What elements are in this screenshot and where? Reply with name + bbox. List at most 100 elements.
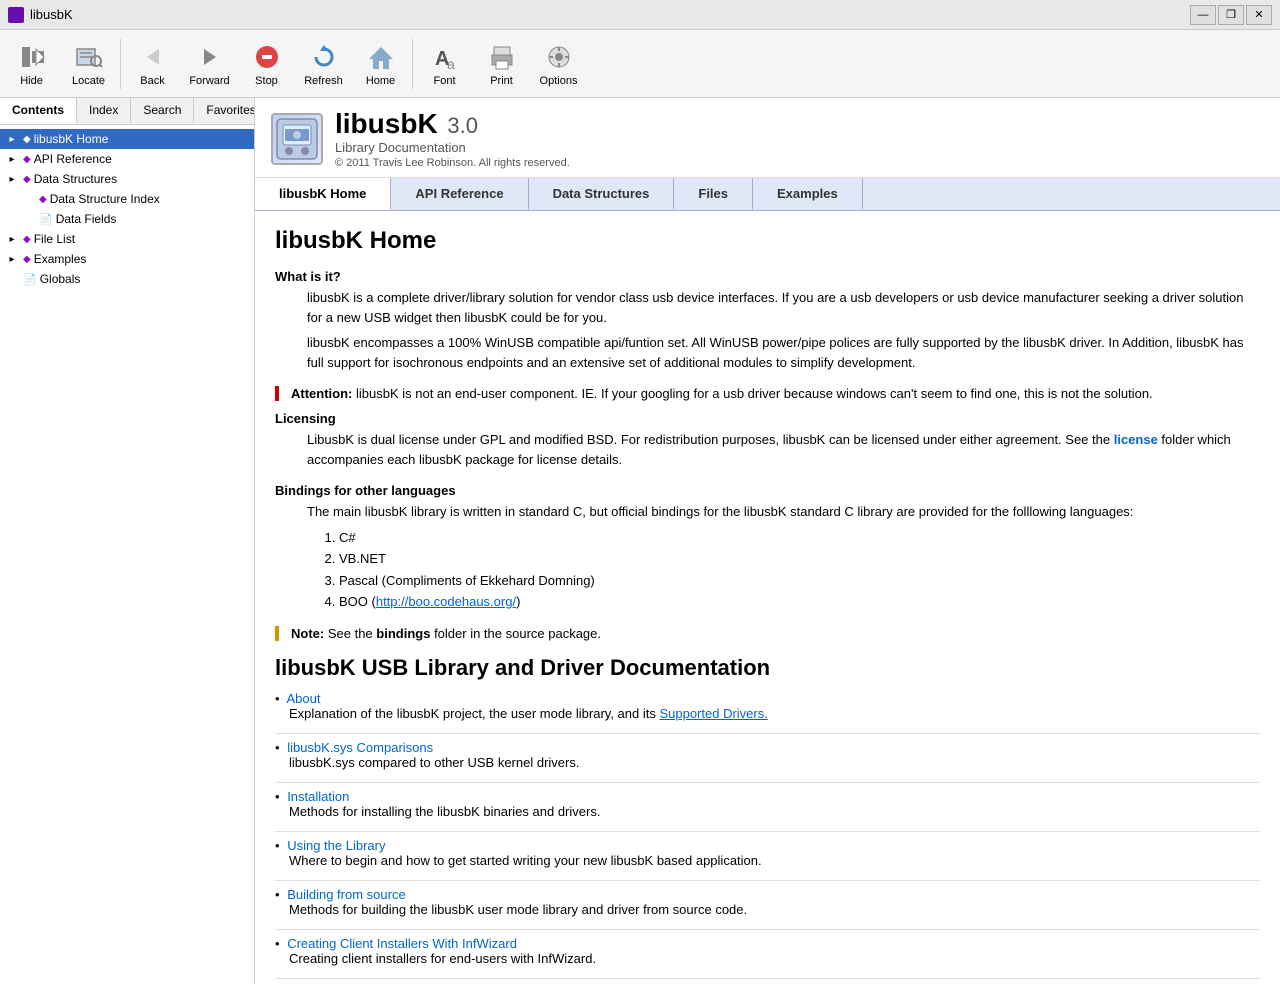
tab-index[interactable]: Index: [77, 98, 131, 124]
app-title-block: libusbK 3.0 Library Documentation © 2011…: [335, 108, 570, 169]
hide-button[interactable]: Hide: [4, 34, 59, 94]
sidebar-item-globals[interactable]: ▸ 📄 Globals: [0, 269, 254, 289]
home-button[interactable]: Home: [353, 34, 408, 94]
sidebar-tree: ▸ ◆ libusbK Home ▸ ◆ API Reference ▸ ◆ D…: [0, 125, 254, 984]
app-icon: [8, 7, 24, 23]
nav-tab-examples[interactable]: Examples: [753, 178, 863, 210]
options-label: Options: [540, 75, 578, 87]
bullet-dot: •: [275, 789, 280, 804]
locate-icon: [73, 41, 105, 73]
creating-desc: Creating client installers for end-users…: [289, 951, 596, 966]
options-button[interactable]: Options: [531, 34, 586, 94]
sidebar-item-data-structures[interactable]: ▸ ◆ Data Structures: [0, 169, 254, 189]
home-label: Home: [366, 75, 395, 87]
nav-tab-api[interactable]: API Reference: [391, 178, 528, 210]
expand-icon: ▸: [4, 151, 20, 167]
sidebar-item-data-structure-index[interactable]: ▸ ◆ Data Structure Index: [0, 189, 254, 209]
tree-item-label: Data Structures: [34, 172, 117, 186]
titlebar: libusbK — ❐ ✕: [0, 0, 1280, 30]
section-bindings: Bindings for other languages The main li…: [275, 483, 1260, 612]
divider-3: [275, 831, 1260, 832]
boo-link[interactable]: http://boo.codehaus.org/: [376, 594, 516, 609]
using-library-desc: Where to begin and how to get started wr…: [289, 853, 762, 868]
stop-button[interactable]: Stop: [239, 34, 294, 94]
divider-4: [275, 880, 1260, 881]
licensing-title: Licensing: [275, 411, 1260, 426]
sidebar-item-api-reference[interactable]: ▸ ◆ API Reference: [0, 149, 254, 169]
nav-tab-home[interactable]: libusbK Home: [255, 178, 391, 210]
forward-button[interactable]: Forward: [182, 34, 237, 94]
what-is-it-title: What is it?: [275, 269, 1260, 284]
toolbar-sep-1: [120, 39, 121, 89]
font-label: Font: [433, 75, 455, 87]
tab-contents[interactable]: Contents: [0, 98, 77, 124]
building-link[interactable]: Building from source: [287, 887, 406, 902]
section2-title: libusbK USB Library and Driver Documenta…: [275, 655, 1260, 681]
tab-search[interactable]: Search: [131, 98, 194, 124]
minimize-button[interactable]: —: [1190, 5, 1216, 25]
locate-label: Locate: [72, 75, 105, 87]
installation-link[interactable]: Installation: [287, 789, 349, 804]
toolbar: Hide Locate Back Forwar: [0, 30, 1280, 98]
app-copyright: © 2011 Travis Lee Robinson. All rights r…: [335, 157, 570, 169]
back-button[interactable]: Back: [125, 34, 180, 94]
close-button[interactable]: ✕: [1246, 5, 1272, 25]
font-button[interactable]: A a Font: [417, 34, 472, 94]
back-icon: [137, 41, 169, 73]
about-link[interactable]: About: [286, 691, 320, 706]
sidebar-item-file-list[interactable]: ▸ ◆ File List: [0, 229, 254, 249]
bindings-intro: The main libusbK library is written in s…: [307, 502, 1260, 522]
licensing-link[interactable]: license: [1114, 432, 1158, 447]
hide-label: Hide: [20, 75, 43, 87]
sidebar-item-examples[interactable]: ▸ ◆ Examples: [0, 249, 254, 269]
svg-text:a: a: [447, 56, 455, 71]
link-item-libusbk-sys: • libusbK.sys Comparisons libusbK.sys co…: [275, 740, 1260, 770]
sidebar-tabs: Contents Index Search Favorites: [0, 98, 254, 125]
libusbk-sys-link[interactable]: libusbK.sys Comparisons: [287, 740, 433, 755]
what-is-it-body: libusbK is a complete driver/library sol…: [307, 288, 1260, 372]
app-version: 3.0: [441, 113, 478, 138]
supported-drivers-link[interactable]: Supported Drivers.: [659, 706, 767, 721]
nav-tab-structures[interactable]: Data Structures: [529, 178, 675, 210]
font-icon: A a: [429, 41, 461, 73]
titlebar-controls[interactable]: — ❐ ✕: [1190, 5, 1272, 25]
using-library-link[interactable]: Using the Library: [287, 838, 385, 853]
stop-label: Stop: [255, 75, 278, 87]
stop-icon: [251, 41, 283, 73]
print-icon: [486, 41, 518, 73]
tab-favorites[interactable]: Favorites: [194, 98, 255, 124]
bullet-dot: •: [275, 936, 280, 951]
doc-icon: 📄: [39, 213, 53, 226]
links-list: • About Explanation of the libusbK proje…: [275, 691, 1260, 984]
refresh-label: Refresh: [304, 75, 343, 87]
divider-2: [275, 782, 1260, 783]
note-bold: bindings: [376, 626, 430, 641]
creating-link[interactable]: Creating Client Installers With InfWizar…: [287, 936, 517, 951]
what-is-it-p2: libusbK encompasses a 100% WinUSB compat…: [307, 333, 1260, 372]
attention-title: Attention:: [291, 386, 352, 401]
section-what-is-it: What is it? libusbK is a complete driver…: [275, 269, 1260, 372]
binding-item-3: Pascal (Compliments of Ekkehard Domning): [339, 571, 1260, 591]
forward-icon: [194, 41, 226, 73]
link-item-using-library: • Using the Library Where to begin and h…: [275, 838, 1260, 868]
note-bar: [275, 626, 279, 641]
divider-1: [275, 733, 1260, 734]
refresh-button[interactable]: Refresh: [296, 34, 351, 94]
nav-tab-files[interactable]: Files: [674, 178, 753, 210]
sidebar-item-data-fields[interactable]: ▸ 📄 Data Fields: [0, 209, 254, 229]
tree-item-label: Data Structure Index: [50, 192, 160, 206]
link-item-installation: • Installation Methods for installing th…: [275, 789, 1260, 819]
expand-icon: ▸: [4, 171, 20, 187]
locate-button[interactable]: Locate: [61, 34, 116, 94]
sidebar-item-libusbk-home[interactable]: ▸ ◆ libusbK Home: [0, 129, 254, 149]
bullet-dot: •: [275, 887, 280, 902]
bindings-list: C# VB.NET Pascal (Compliments of Ekkehar…: [339, 528, 1260, 612]
tree-item-label: libusbK Home: [34, 132, 109, 146]
titlebar-left: libusbK: [8, 7, 73, 23]
forward-label: Forward: [189, 75, 229, 87]
maximize-button[interactable]: ❐: [1218, 5, 1244, 25]
print-label: Print: [490, 75, 513, 87]
print-button[interactable]: Print: [474, 34, 529, 94]
app-subtitle: Library Documentation: [335, 140, 466, 155]
link-item-about: • About Explanation of the libusbK proje…: [275, 691, 1260, 721]
